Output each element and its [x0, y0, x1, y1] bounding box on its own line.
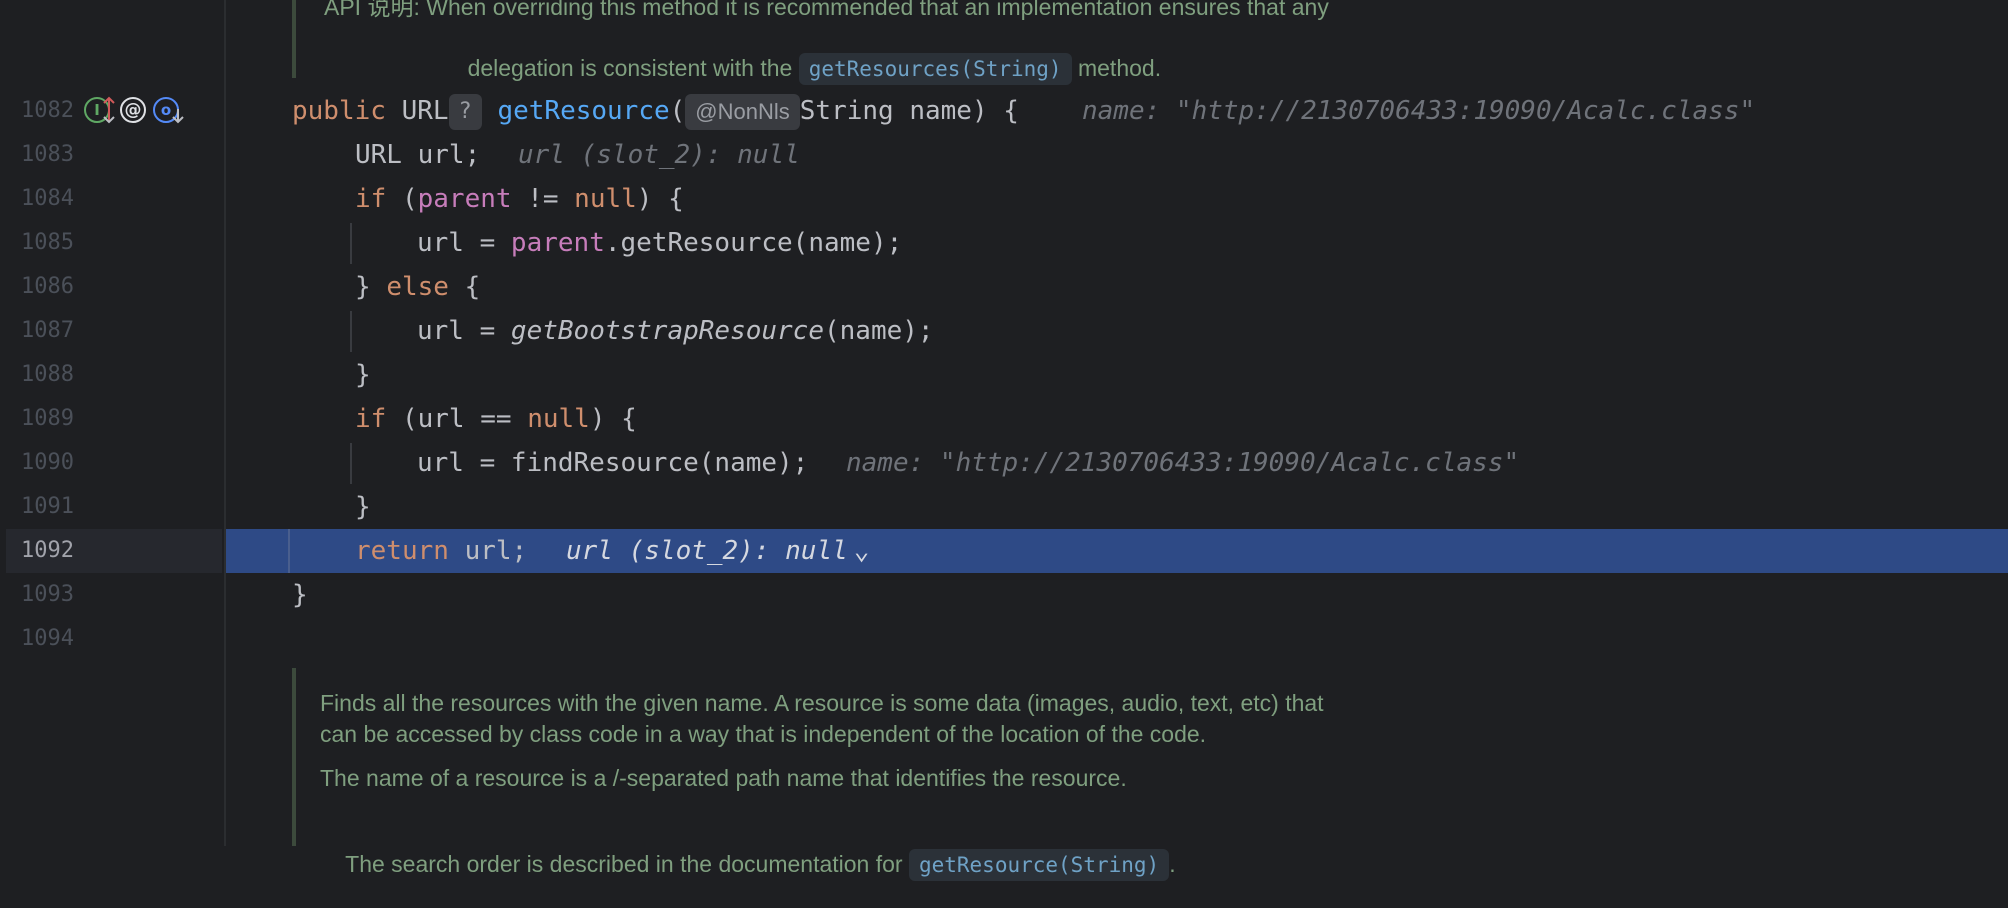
- code-text: }: [355, 272, 387, 302]
- code-text: }: [292, 580, 308, 610]
- code-text: url;: [448, 536, 528, 566]
- keyword: public: [292, 96, 386, 126]
- keyword: null: [574, 184, 637, 214]
- doc-text: method.: [1071, 55, 1162, 81]
- code-line-1089[interactable]: if (url == null) {: [226, 397, 2008, 441]
- override-arrows-icon: [103, 96, 115, 124]
- doc-code-link[interactable]: getResources(String): [798, 53, 1072, 85]
- doc-comment-line: The name of a resource is a /-separated …: [320, 765, 1127, 791]
- doc-code-link[interactable]: getResource(String): [908, 849, 1170, 881]
- line-number[interactable]: 1088: [0, 353, 74, 397]
- inline-debug-hint: url (slot_2): null: [518, 140, 800, 170]
- keyword: else: [386, 272, 449, 302]
- code-text: }: [355, 492, 371, 522]
- static-method-call: getBootstrapResource: [510, 316, 824, 346]
- line-number[interactable]: 1084: [0, 177, 74, 221]
- annotation-icon[interactable]: @: [120, 97, 146, 123]
- code-text: (: [386, 184, 418, 214]
- params: String name) {: [799, 96, 1019, 126]
- code-text: {: [448, 272, 481, 302]
- down-arrow-icon: [172, 109, 184, 124]
- code-line-1090[interactable]: url = findResource(name); name: "http://…: [226, 441, 2008, 485]
- code-text: (url ==: [386, 404, 528, 434]
- open-paren: (: [669, 96, 686, 126]
- doc-comment-bar: [292, 0, 296, 78]
- keyword: return: [355, 536, 449, 566]
- code-line-1084[interactable]: if (parent != null) {: [226, 177, 2008, 221]
- line-number[interactable]: 1085: [0, 221, 74, 265]
- keyword: null: [527, 404, 590, 434]
- code-text: (name);: [824, 316, 934, 346]
- code-text: ) {: [636, 184, 684, 214]
- inline-debug-hint: name: "http://2130706433:19090/Acalc.cla…: [1082, 96, 1756, 126]
- code-text: !=: [511, 184, 575, 214]
- code-text: url =: [417, 228, 511, 258]
- doc-text: delegation is consistent with the: [467, 55, 799, 81]
- line-number[interactable]: 1091: [0, 485, 74, 529]
- code-text: url =: [417, 316, 511, 346]
- keyword: if: [355, 184, 387, 214]
- method-name[interactable]: getResource: [497, 96, 669, 126]
- execution-point-line[interactable]: return url; url (slot_2): null ⌄: [226, 529, 2008, 573]
- indent-guide: [288, 529, 290, 573]
- line-number[interactable]: 1083: [0, 133, 74, 177]
- code-editor[interactable]: API 说明: When overriding this method it i…: [226, 0, 2008, 881]
- code-text: .getResource(name);: [604, 228, 903, 258]
- code-line-1085[interactable]: url = parent.getResource(name);: [226, 221, 2008, 265]
- code-line-1083[interactable]: URL url; url (slot_2): null: [226, 133, 2008, 177]
- code-text: }: [355, 360, 371, 390]
- expand-chevron-icon[interactable]: ⌄: [854, 536, 870, 566]
- line-number[interactable]: 1094: [0, 617, 74, 661]
- field-name: parent: [510, 228, 605, 258]
- line-number-gutter: 1082 1083 1084 1085 1086 1087 1088 1089 …: [0, 0, 226, 846]
- annotation-chip[interactable]: @NonNls: [685, 93, 800, 130]
- current-line-number[interactable]: 1092: [0, 529, 74, 573]
- code-line-1087[interactable]: url = getBootstrapResource(name);: [226, 309, 2008, 353]
- line-number[interactable]: 1082: [0, 89, 74, 133]
- line-number[interactable]: 1086: [0, 265, 74, 309]
- code-line-1082[interactable]: public URL? getResource(@NonNls String na…: [226, 89, 2008, 133]
- code-line-1091[interactable]: }: [226, 485, 2008, 529]
- nullability-hint-chip[interactable]: ?: [448, 93, 482, 130]
- code-line-1093[interactable]: }: [226, 573, 2008, 617]
- line-number[interactable]: 1087: [0, 309, 74, 353]
- keyword: if: [355, 404, 387, 434]
- code-line-1088[interactable]: }: [226, 353, 2008, 397]
- doc-comment-line: Finds all the resources with the given n…: [320, 690, 1324, 716]
- doc-text: .: [1169, 851, 1176, 877]
- doc-comment-line: The search order is described in the doc…: [320, 822, 1176, 908]
- line-number[interactable]: 1093: [0, 573, 74, 617]
- code-text: URL url;: [355, 140, 481, 170]
- line-number[interactable]: 1089: [0, 397, 74, 441]
- code-line-1086[interactable]: } else {: [226, 265, 2008, 309]
- doc-comment-line: can be accessed by class code in a way t…: [320, 721, 1207, 747]
- line-number[interactable]: 1090: [0, 441, 74, 485]
- inline-debug-hint: url (slot_2): null: [566, 536, 848, 566]
- doc-comment-bar: [292, 668, 296, 846]
- inline-debug-hint: name: "http://2130706433:19090/Acalc.cla…: [846, 448, 1520, 478]
- field-name: parent: [417, 184, 512, 214]
- code-text: url = findResource(name);: [417, 448, 809, 478]
- type-name: URL: [401, 96, 449, 126]
- doc-comment-line: API 说明: When overriding this method it i…: [324, 0, 1329, 20]
- doc-text: The search order is described in the doc…: [345, 851, 909, 877]
- code-text: ) {: [589, 404, 637, 434]
